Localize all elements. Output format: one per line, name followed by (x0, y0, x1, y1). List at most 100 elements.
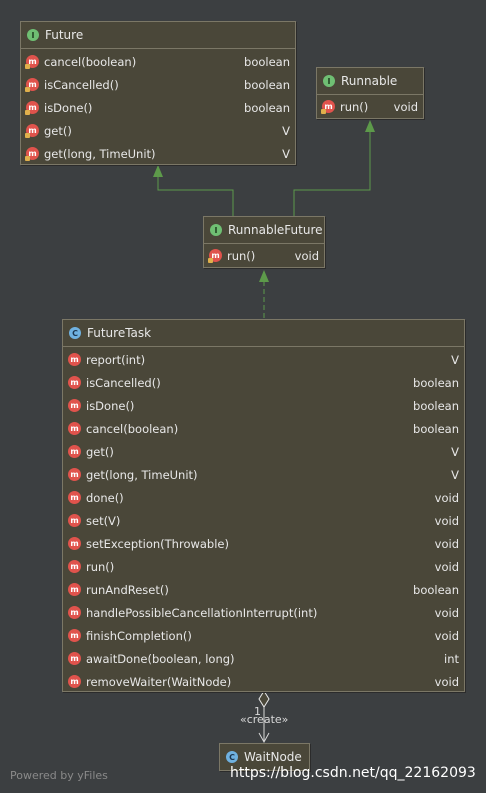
interface-icon: I (27, 29, 39, 41)
method-return-type: void (393, 99, 418, 114)
node-header: I Runnable (317, 68, 423, 95)
method-return-type: boolean (244, 100, 290, 115)
method-icon: m (68, 629, 81, 642)
abstract-method-icon: m (25, 78, 39, 92)
method-name: set(V) (86, 513, 121, 528)
edge-arrowhead-future (153, 165, 163, 177)
method-row[interactable]: m setException(Throwable) void (63, 532, 464, 555)
method-row[interactable]: m handlePossibleCancellationInterrupt(in… (63, 601, 464, 624)
method-return-type: boolean (413, 421, 459, 436)
edge-arrowhead-runnable (365, 120, 375, 132)
powered-by-label: Powered by yFiles (10, 769, 108, 782)
method-row[interactable]: m runAndReset() boolean (63, 578, 464, 601)
method-row[interactable]: m isDone() boolean (63, 394, 464, 417)
node-title: WaitNode (244, 750, 302, 764)
node-title: RunnableFuture (228, 223, 323, 237)
method-row[interactable]: m get() V (63, 440, 464, 463)
method-name: isDone() (44, 100, 93, 115)
method-row[interactable]: m isDone() boolean (21, 96, 295, 119)
method-row[interactable]: m get(long, TimeUnit) V (21, 142, 295, 165)
method-row[interactable]: m report(int) V (63, 348, 464, 371)
method-name: run() (86, 559, 115, 574)
edge-runnablefuture-to-runnable (293, 131, 371, 216)
method-return-type: void (434, 674, 459, 689)
abstract-method-icon: m (25, 124, 39, 138)
method-row[interactable]: m isCancelled() boolean (21, 73, 295, 96)
class-icon: C (226, 751, 238, 763)
method-icon: m (68, 445, 81, 458)
method-row[interactable]: m get() V (21, 119, 295, 142)
method-return-type: V (451, 352, 459, 367)
method-return-type: void (434, 628, 459, 643)
node-title: Runnable (341, 74, 398, 88)
method-icon: m (68, 652, 81, 665)
method-row[interactable]: m removeWaiter(WaitNode) void (63, 670, 464, 693)
method-name: get(long, TimeUnit) (86, 467, 198, 482)
method-return-type: void (434, 559, 459, 574)
method-row[interactable]: m run() void (204, 244, 324, 267)
method-row[interactable]: m run() void (317, 95, 423, 118)
stereotype-label: «create» (240, 713, 289, 726)
node-header: I RunnableFuture (204, 217, 324, 244)
method-row[interactable]: m isCancelled() boolean (63, 371, 464, 394)
node-header: C FutureTask (63, 320, 464, 347)
method-name: cancel(boolean) (44, 54, 137, 69)
method-return-type: V (282, 123, 290, 138)
method-name: removeWaiter(WaitNode) (86, 674, 232, 689)
method-row[interactable]: m cancel(boolean) boolean (21, 50, 295, 73)
node-header: I Future (21, 22, 295, 49)
method-return-type: boolean (244, 54, 290, 69)
edge-arrowhead-runnablefuture (259, 270, 269, 282)
method-name: isCancelled() (44, 77, 119, 92)
method-icon: m (68, 422, 81, 435)
interface-runnablefuture-node[interactable]: I RunnableFuture m run() void (203, 216, 325, 268)
abstract-method-icon: m (208, 249, 222, 263)
method-icon: m (68, 399, 81, 412)
method-return-type: void (434, 536, 459, 551)
interface-future-node[interactable]: I Future m cancel(boolean) boolean m isC… (20, 21, 296, 165)
method-icon: m (68, 606, 81, 619)
method-row[interactable]: m finishCompletion() void (63, 624, 464, 647)
method-name: get() (44, 123, 72, 138)
method-return-type: V (451, 444, 459, 459)
method-return-type: boolean (413, 398, 459, 413)
method-icon: m (68, 560, 81, 573)
method-icon: m (68, 583, 81, 596)
edge-runnablefuture-to-future (157, 176, 234, 216)
method-icon: m (68, 537, 81, 550)
method-name: report(int) (86, 352, 146, 367)
method-name: get() (86, 444, 114, 459)
method-row[interactable]: m awaitDone(boolean, long) int (63, 647, 464, 670)
method-row[interactable]: m cancel(boolean) boolean (63, 417, 464, 440)
abstract-method-icon: m (25, 55, 39, 69)
method-name: setException(Throwable) (86, 536, 229, 551)
watermark-url: https://blog.csdn.net/qq_22162093 (230, 765, 476, 781)
method-row[interactable]: m run() void (63, 555, 464, 578)
method-name: run() (227, 248, 256, 263)
method-icon: m (68, 491, 81, 504)
abstract-method-icon: m (25, 147, 39, 161)
method-icon: m (68, 353, 81, 366)
node-title: Future (45, 28, 84, 42)
abstract-method-icon: m (25, 101, 39, 115)
method-name: cancel(boolean) (86, 421, 179, 436)
interface-runnable-node[interactable]: I Runnable m run() void (316, 67, 424, 119)
method-return-type: V (282, 146, 290, 161)
method-return-type: void (434, 513, 459, 528)
method-row[interactable]: m get(long, TimeUnit) V (63, 463, 464, 486)
method-name: isDone() (86, 398, 135, 413)
interface-icon: I (210, 224, 222, 236)
method-icon: m (68, 468, 81, 481)
method-return-type: void (434, 490, 459, 505)
method-row[interactable]: m done() void (63, 486, 464, 509)
method-name: runAndReset() (86, 582, 169, 597)
method-name: handlePossibleCancellationInterrupt(int) (86, 605, 318, 620)
method-icon: m (68, 514, 81, 527)
abstract-method-icon: m (321, 100, 335, 114)
method-row[interactable]: m set(V) void (63, 509, 464, 532)
method-return-type: boolean (413, 375, 459, 390)
method-return-type: void (434, 605, 459, 620)
method-list: m report(int) V m isCancelled() boolean … (63, 347, 464, 693)
class-futuretask-node[interactable]: C FutureTask m report(int) V m isCancell… (62, 319, 465, 692)
method-name: awaitDone(boolean, long) (86, 651, 235, 666)
